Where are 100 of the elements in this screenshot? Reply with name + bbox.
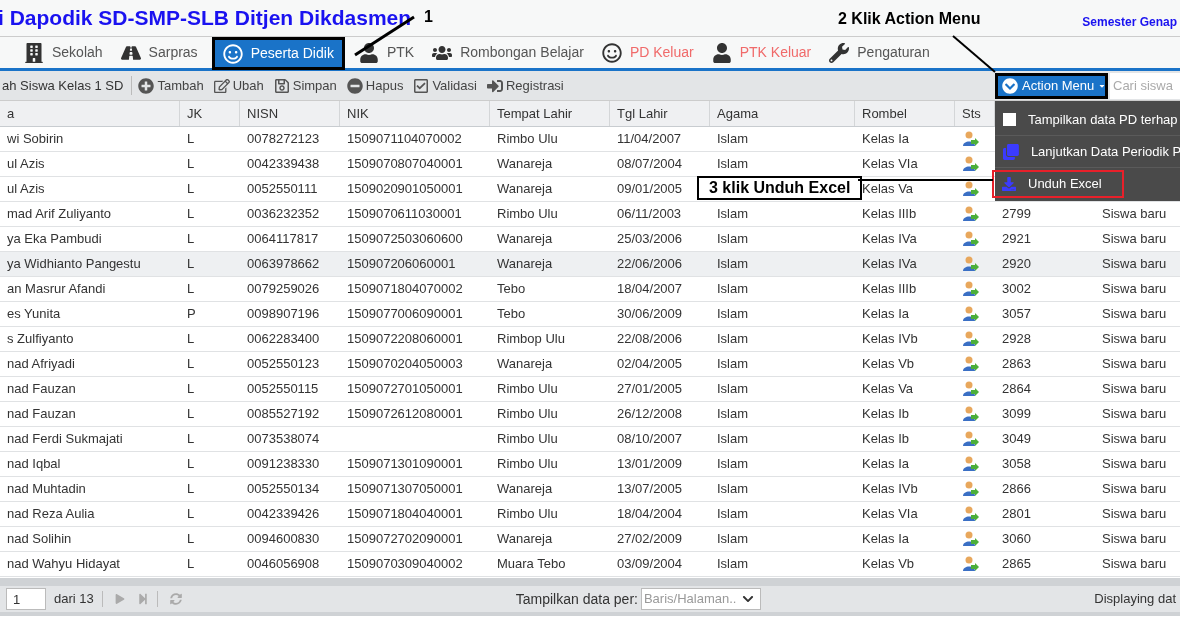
table-cell-text: Tebo bbox=[497, 280, 526, 299]
table-cell-text: 1509071301090001 bbox=[347, 455, 463, 474]
table-cell-text: Islam bbox=[717, 555, 749, 574]
column-header[interactable]: JK bbox=[180, 101, 240, 126]
table-cell-text: Islam bbox=[717, 255, 749, 274]
student-icon[interactable] bbox=[962, 431, 980, 447]
table-cell-text: L bbox=[187, 355, 195, 374]
table-cell-text: 0052550123 bbox=[247, 355, 320, 374]
table-cell-text: P bbox=[187, 305, 196, 324]
table-cell-text: Rimbop Ulu bbox=[497, 330, 565, 349]
table-cell-text: Islam bbox=[717, 355, 749, 374]
table-cell-text: L bbox=[187, 555, 195, 574]
table-cell-text: Rimbo Ulu bbox=[497, 455, 558, 474]
table-cell-text: Rimbo Ulu bbox=[497, 405, 558, 424]
nav-tab[interactable]: PTK bbox=[354, 37, 419, 68]
table-cell-text: Islam bbox=[717, 405, 749, 424]
student-icon[interactable] bbox=[962, 256, 980, 272]
toolbar-button[interactable]: Ubah bbox=[209, 75, 268, 96]
nav-tab[interactable]: Pengaturan bbox=[825, 37, 934, 68]
student-icon[interactable] bbox=[962, 456, 980, 472]
table-cell-text: 2921 bbox=[1002, 230, 1031, 249]
chevron-icon bbox=[741, 593, 754, 605]
student-icon[interactable] bbox=[962, 481, 980, 497]
student-icon[interactable] bbox=[962, 381, 980, 397]
student-icon[interactable] bbox=[962, 156, 980, 172]
table-cell-text: Kelas IIIb bbox=[862, 205, 917, 224]
student-icon[interactable] bbox=[962, 331, 980, 347]
table-row[interactable]: ya Widhianto Pangestu L 0063978662 150907206060001 Wanareja 22/06/2006 Islam Kelas IVa 2920 Siswa baru bbox=[0, 252, 1180, 277]
search-field[interactable]: Cari siswa bbox=[1110, 72, 1180, 99]
table-cell-text: 11/04/2007 bbox=[617, 130, 682, 149]
table-cell-text: 3099 bbox=[1002, 405, 1031, 424]
student-icon[interactable] bbox=[962, 531, 980, 547]
table-cell-text: L bbox=[187, 280, 195, 299]
plus-icon bbox=[138, 77, 155, 94]
student-icon[interactable] bbox=[962, 281, 980, 297]
checkbox[interactable] bbox=[1003, 113, 1016, 126]
scrollbar[interactable] bbox=[0, 578, 1180, 586]
table-cell-text: 1509070204050003 bbox=[347, 355, 463, 374]
table-cell-text: 3002 bbox=[1002, 280, 1031, 299]
toolbar-button[interactable]: Registrasi bbox=[482, 75, 568, 96]
table-cell-text: 2920 bbox=[1002, 255, 1031, 274]
toolbar-button[interactable]: Simpan bbox=[269, 75, 341, 96]
per-page-field[interactable]: Baris/Halaman.. bbox=[641, 589, 742, 609]
table-cell-text: 0079259026 bbox=[247, 280, 320, 299]
table-cell-text: Kelas Ib bbox=[862, 405, 909, 424]
table-cell-text: ul Azis bbox=[7, 180, 45, 199]
table-cell-text: Siswa baru bbox=[1102, 455, 1167, 474]
menu-item[interactable]: Unduh Excel bbox=[992, 170, 1124, 198]
menu-item[interactable]: Tampilkan data PD terhap bbox=[995, 104, 1180, 136]
student-icon[interactable] bbox=[962, 231, 980, 247]
page-field[interactable]: 1 bbox=[6, 588, 46, 610]
student-icon[interactable] bbox=[962, 131, 980, 147]
table-cell-text: Kelas Va bbox=[862, 380, 914, 399]
minus-icon bbox=[346, 77, 363, 94]
table-cell-text: 1509072702090001 bbox=[347, 530, 463, 549]
student-icon[interactable] bbox=[962, 206, 980, 222]
nav-tab[interactable]: Rombongan Belajar bbox=[428, 37, 588, 68]
column-header[interactable]: a bbox=[0, 101, 180, 126]
student-icon[interactable] bbox=[962, 506, 980, 522]
column-header[interactable]: Tempat Lahir bbox=[490, 101, 610, 126]
table-cell-text: Kelas IVb bbox=[862, 330, 918, 349]
student-icon[interactable] bbox=[962, 406, 980, 422]
table-cell-text: 0073538074 bbox=[247, 430, 320, 449]
table-cell-text: Kelas VIa bbox=[862, 155, 918, 174]
column-header[interactable]: NISN bbox=[240, 101, 340, 126]
nav-tab[interactable]: Peserta Didik bbox=[211, 37, 345, 70]
smiley-icon bbox=[601, 42, 622, 63]
table-cell-text: 1509077006090001 bbox=[347, 305, 463, 324]
student-icon[interactable] bbox=[962, 556, 980, 572]
menu-item[interactable]: Lanjutkan Data Periodik P bbox=[995, 136, 1180, 168]
table-cell-text: Kelas Ia bbox=[862, 305, 909, 324]
student-icon[interactable] bbox=[962, 181, 980, 197]
column-header[interactable]: Agama bbox=[710, 101, 855, 126]
table-cell-text: s Zulfiyanto bbox=[7, 330, 74, 349]
nav-tab[interactable]: Sarpras bbox=[116, 37, 202, 68]
table-cell-text: 0046056908 bbox=[247, 555, 320, 574]
table-cell-text: L bbox=[187, 430, 195, 449]
table-cell-text: L bbox=[187, 330, 195, 349]
toolbar-button[interactable]: Tambah bbox=[134, 75, 208, 96]
column-header[interactable]: NIK bbox=[340, 101, 490, 126]
toolbar-button[interactable]: Hapus bbox=[342, 75, 408, 96]
student-icon[interactable] bbox=[962, 356, 980, 372]
column-header[interactable]: Rombel bbox=[855, 101, 955, 126]
action-menu-button[interactable]: Action Menu bbox=[995, 72, 1108, 99]
toolbar-button[interactable]: Validasi bbox=[409, 75, 481, 96]
table-cell-text: Siswa baru bbox=[1102, 380, 1167, 399]
table-cell-text: L bbox=[187, 380, 195, 399]
table-cell-text: Kelas Ib bbox=[862, 430, 909, 449]
column-header[interactable]: Tgl Lahir bbox=[610, 101, 710, 126]
table-cell-text: 2866 bbox=[1002, 480, 1031, 499]
nav-tab[interactable]: Sekolah bbox=[20, 37, 107, 68]
edit-icon bbox=[213, 77, 230, 94]
per-page-label: Tampilkan data per: bbox=[515, 589, 638, 609]
table-cell-text: 1509020901050001 bbox=[347, 180, 463, 199]
per-page-select[interactable]: Baris/Halaman.. bbox=[640, 588, 761, 610]
table-cell-text: Islam bbox=[717, 530, 749, 549]
toolbar-label[interactable]: ah Siswa Kelas 1 SD bbox=[2, 75, 133, 96]
table-cell-text: Islam bbox=[717, 330, 749, 349]
student-icon[interactable] bbox=[962, 306, 980, 322]
table-cell-text: Islam bbox=[717, 430, 749, 449]
